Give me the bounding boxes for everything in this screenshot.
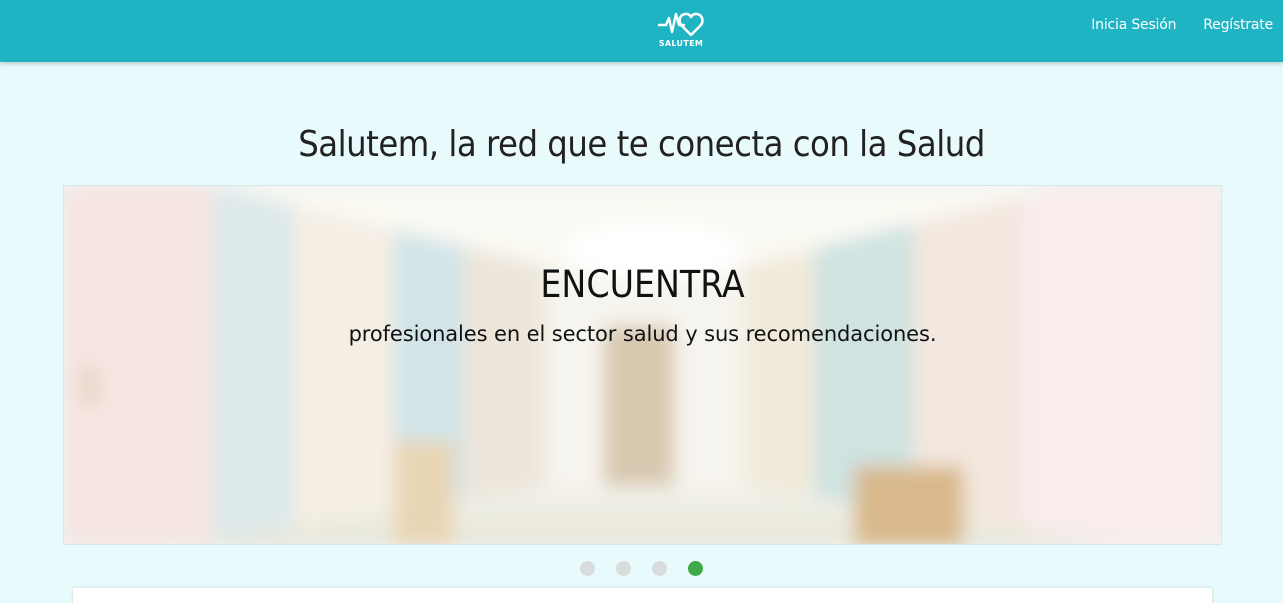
salutem-logo[interactable]: SALUTEM xyxy=(657,10,705,50)
hospital-hallway-image xyxy=(64,186,1221,544)
logo-text: SALUTEM xyxy=(658,39,704,48)
carousel-indicators xyxy=(580,561,703,576)
page-title: Salutem, la red que te conecta con la Sa… xyxy=(298,124,985,165)
login-link[interactable]: Inicia Sesión xyxy=(1091,17,1176,33)
slide-caption: ENCUENTRA profesionales en el sector sal… xyxy=(64,266,1221,346)
carousel-indicator-4[interactable] xyxy=(688,561,703,576)
slide-text: profesionales en el sector salud y sus r… xyxy=(348,322,937,346)
top-navbar: SALUTEM Inicia Sesión Regístrate xyxy=(0,0,1283,62)
content-card xyxy=(73,588,1212,603)
slide-heading: ENCUENTRA xyxy=(540,263,745,306)
hero-carousel[interactable]: ENCUENTRA profesionales en el sector sal… xyxy=(63,185,1222,545)
heart-pulse-icon xyxy=(658,12,704,37)
carousel-indicator-1[interactable] xyxy=(580,561,595,576)
carousel-indicator-3[interactable] xyxy=(652,561,667,576)
carousel-indicator-2[interactable] xyxy=(616,561,631,576)
register-link[interactable]: Regístrate xyxy=(1203,17,1273,33)
top-nav: Inicia Sesión Regístrate xyxy=(1091,17,1273,33)
